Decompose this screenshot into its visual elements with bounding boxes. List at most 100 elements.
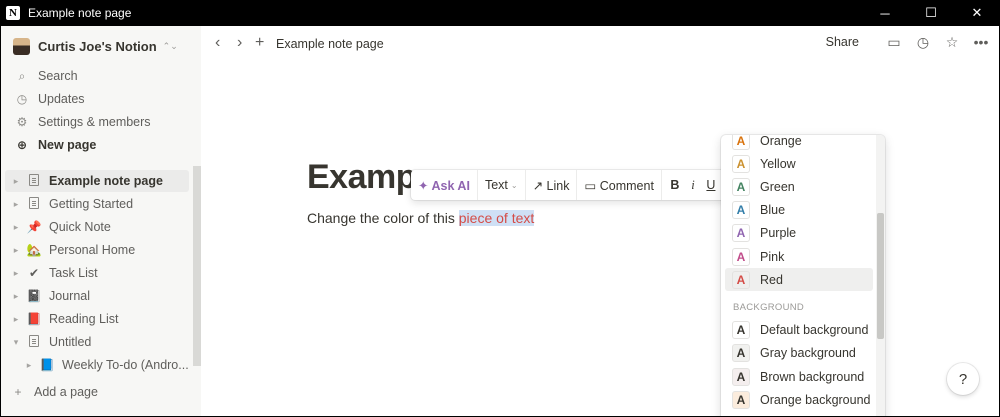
new-page-plus-icon[interactable]: +	[255, 34, 264, 52]
color-option-blue[interactable]: A Blue	[725, 198, 873, 221]
sidebar-item-label: New page	[38, 138, 97, 152]
bg-swatch: A	[732, 320, 750, 339]
sidebar-page-quick-note[interactable]: ▸ 📌 Quick Note	[5, 216, 189, 238]
color-option-purple[interactable]: A Purple	[725, 221, 873, 244]
more-icon[interactable]: •••	[973, 34, 989, 50]
bold-button[interactable]: B	[666, 178, 684, 192]
bg-option-brown[interactable]: A Brown background	[725, 365, 873, 388]
chevron-down-icon[interactable]: ▾	[10, 337, 22, 348]
sidebar-page-journal[interactable]: ▸ 📓 Journal	[5, 285, 189, 307]
help-button[interactable]: ?	[947, 363, 979, 395]
checkmark-icon: ✔	[28, 266, 40, 280]
workspace-switcher[interactable]: Curtis Joe's Notion ⌃⌄	[13, 36, 178, 56]
minimize-button[interactable]: ─	[862, 0, 908, 26]
color-option-label: Blue	[760, 202, 786, 217]
app-window: Curtis Joe's Notion ⌃⌄ ⌕ Search ◷ Update…	[1, 26, 999, 416]
chevron-right-icon[interactable]: ▸	[10, 291, 22, 302]
workspace-name: Curtis Joe's Notion	[38, 38, 157, 54]
sidebar-page-label: Reading List	[49, 312, 119, 326]
color-option-label: Red	[760, 272, 783, 287]
text-type-label: Text	[484, 178, 508, 192]
chevron-right-icon[interactable]: ▸	[10, 245, 22, 256]
color-swatch: A	[732, 223, 750, 242]
chevron-right-icon[interactable]: ▸	[10, 176, 22, 187]
color-option-green[interactable]: A Green	[725, 175, 873, 198]
color-option-yellow[interactable]: A Yellow	[725, 152, 873, 175]
bg-option-gray[interactable]: A Gray background	[725, 341, 873, 364]
close-button[interactable]: ✕	[954, 0, 1000, 26]
plus-circle-icon: ⊕	[16, 138, 28, 152]
sidebar-page-task-list[interactable]: ▸ ✔ Task List	[5, 262, 189, 284]
comment-button[interactable]: ▭ Comment	[577, 170, 662, 200]
bg-option-default[interactable]: A Default background	[725, 318, 873, 341]
back-arrow-icon[interactable]: ‹	[215, 34, 220, 52]
sidebar: Curtis Joe's Notion ⌃⌄ ⌕ Search ◷ Update…	[1, 26, 201, 416]
chevron-right-icon[interactable]: ▸	[10, 268, 22, 279]
italic-button[interactable]: i	[684, 178, 702, 193]
history-icon[interactable]: ◷	[915, 34, 931, 50]
page-title[interactable]: Examp	[307, 158, 417, 197]
sidebar-page-weekly-todo[interactable]: ▸ 📘 Weekly To-do (Andro...	[5, 354, 189, 376]
notion-app-icon: N	[6, 6, 20, 20]
selected-text[interactable]: piece of text	[458, 210, 535, 226]
underline-button[interactable]: U	[702, 178, 720, 192]
add-page-button[interactable]: + Add a page	[1, 381, 193, 403]
bg-option-label: Default background	[760, 322, 869, 337]
chevron-right-icon[interactable]: ▸	[23, 360, 35, 371]
color-option-red[interactable]: A Red	[725, 268, 873, 291]
sidebar-page-label: Weekly To-do (Andro...	[62, 358, 189, 372]
color-option-label: Yellow	[760, 156, 796, 171]
sidebar-page-label: Quick Note	[49, 220, 111, 234]
window-title: Example note page	[28, 6, 132, 20]
link-button[interactable]: ↗ Link	[526, 170, 578, 200]
sidebar-item-updates[interactable]: ◷ Updates	[1, 88, 193, 110]
color-option-label: Purple	[760, 225, 797, 240]
menu-scrollbar-thumb[interactable]	[877, 213, 884, 339]
chevron-right-icon[interactable]: ▸	[10, 199, 22, 210]
chevron-right-icon[interactable]: ▸	[10, 222, 22, 233]
chevron-updown-icon: ⌃⌄	[162, 40, 178, 51]
sidebar-page-example-note[interactable]: ▸ Example note page	[5, 170, 189, 192]
workspace-avatar	[13, 37, 30, 55]
background-section-header: BACKGROUND	[733, 302, 805, 313]
star-icon[interactable]: ☆	[944, 34, 960, 50]
sidebar-page-getting-started[interactable]: ▸ Getting Started	[5, 193, 189, 215]
sidebar-scrollbar[interactable]	[193, 166, 201, 366]
sidebar-item-search[interactable]: ⌕ Search	[1, 65, 193, 87]
color-option-pink[interactable]: A Pink	[725, 245, 873, 268]
house-icon: 🏡	[26, 243, 42, 257]
color-option-label: Pink	[760, 249, 785, 264]
bg-swatch: A	[732, 390, 750, 409]
bg-option-label: Gray background	[760, 345, 856, 360]
top-bar: ‹ › + Example note page Share ▭ ◷ ☆ •••	[201, 26, 999, 62]
sidebar-page-label: Journal	[49, 289, 90, 303]
comments-icon[interactable]: ▭	[886, 34, 902, 50]
top-actions: Share ▭ ◷ ☆ •••	[826, 34, 989, 51]
text-type-dropdown[interactable]: Text ⌄	[478, 170, 526, 200]
gear-icon: ⚙	[16, 115, 28, 129]
maximize-button[interactable]: ☐	[908, 0, 954, 26]
pushpin-icon: 📌	[26, 220, 42, 234]
sidebar-page-untitled[interactable]: ▾ Untitled	[5, 331, 189, 353]
breadcrumb[interactable]: Example note page	[276, 37, 384, 51]
add-page-label: Add a page	[34, 385, 98, 399]
bg-option-label: Brown background	[760, 369, 865, 384]
sidebar-page-label: Example note page	[49, 174, 163, 188]
sidebar-page-personal-home[interactable]: ▸ 🏡 Personal Home	[5, 239, 189, 261]
bg-option-label: Orange background	[760, 392, 871, 407]
color-option-orange[interactable]: A Orange	[725, 135, 873, 152]
ask-ai-button[interactable]: ✦ Ask AI	[411, 170, 478, 200]
page-icon	[26, 173, 42, 189]
bg-option-orange[interactable]: A Orange background	[725, 388, 873, 411]
sidebar-item-settings[interactable]: ⚙ Settings & members	[1, 111, 193, 133]
sidebar-item-new-page[interactable]: ⊕ New page	[1, 134, 193, 156]
window-controls: ─ ☐ ✕	[862, 0, 1000, 26]
page-text-block[interactable]: Change the color of this piece of text	[307, 210, 535, 226]
forward-arrow-icon[interactable]: ›	[237, 34, 242, 52]
color-swatch: A	[732, 135, 750, 150]
share-button[interactable]: Share	[826, 35, 859, 49]
sidebar-page-label: Personal Home	[49, 243, 136, 257]
sidebar-page-reading-list[interactable]: ▸ 📕 Reading List	[5, 308, 189, 330]
chevron-right-icon[interactable]: ▸	[10, 314, 22, 325]
red-book-icon: 📕	[26, 312, 42, 326]
